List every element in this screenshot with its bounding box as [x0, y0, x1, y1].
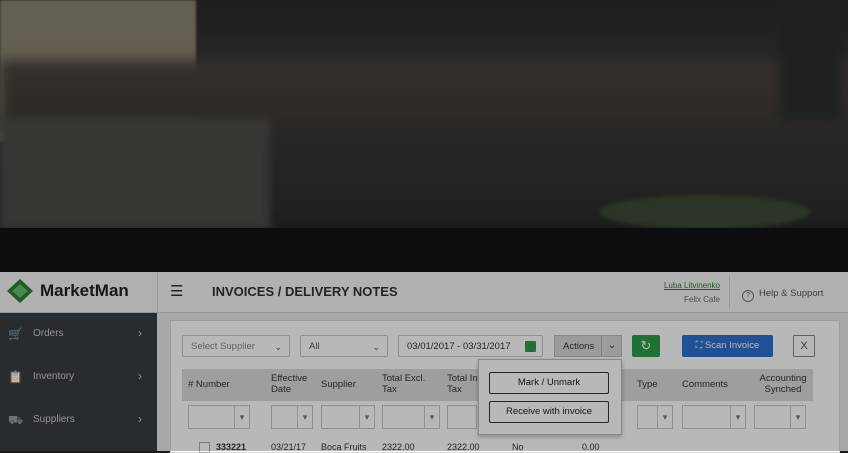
sidebar-item-label: Inventory — [33, 371, 75, 382]
table-row[interactable]: 333221 03/21/17 Boca Fruits 2322.00 2322… — [182, 439, 813, 453]
excel-export-icon[interactable]: X — [793, 335, 815, 357]
venue-name: Felix Cafe — [683, 295, 720, 304]
supplier-select[interactable]: Select Supplier ⌄ — [182, 335, 290, 357]
refresh-button[interactable]: ↻ — [632, 335, 660, 357]
scan-label: Scan Invoice — [704, 340, 760, 351]
cart-icon: 🛒 — [8, 327, 23, 341]
col-comments[interactable]: Comments — [682, 379, 728, 390]
background-bottle — [780, 0, 840, 120]
filter-type[interactable]: ▾ — [637, 405, 673, 429]
filter-icon: ▾ — [234, 406, 249, 428]
chevron-right-icon: › — [138, 412, 142, 426]
filter-accounting[interactable]: ▾ — [754, 405, 806, 429]
page-title: INVOICES / DELIVERY NOTES — [212, 284, 398, 299]
col-supplier[interactable]: Supplier — [321, 379, 356, 390]
receive-with-invoice-button[interactable]: Receive with invoice — [489, 401, 609, 423]
col-number[interactable]: # Number — [188, 379, 230, 390]
col-type[interactable]: Type — [637, 379, 658, 390]
filter-supplier[interactable]: ▾ — [321, 405, 375, 429]
user-link[interactable]: Luba Litvinenko — [648, 281, 720, 290]
date-range-picker[interactable]: 03/01/2017 - 03/31/2017 — [398, 335, 543, 357]
filter-total-excl[interactable]: ▾ — [382, 405, 440, 429]
filter-comments[interactable]: ▾ — [682, 405, 746, 429]
sidebar-item-label: Suppliers — [33, 414, 75, 425]
col-total-excl-tax[interactable]: Total Excl. Tax — [382, 373, 430, 395]
status-select[interactable]: All ⌄ — [300, 335, 388, 357]
chevron-right-icon: › — [138, 326, 142, 340]
filter-total-incl[interactable] — [447, 405, 477, 429]
background-plant — [600, 195, 810, 229]
col-accounting-synched[interactable]: Accounting Synched — [754, 373, 812, 395]
status-value: All — [309, 341, 320, 352]
app-name: MarketMan — [40, 281, 129, 300]
refresh-icon: ↻ — [640, 338, 652, 353]
logo-area[interactable]: MarketMan — [0, 272, 158, 312]
filter-icon: ▾ — [359, 406, 374, 428]
scan-icon: ⛶ — [695, 340, 705, 351]
monitor-bezel — [0, 228, 848, 272]
marketman-logo-icon — [7, 279, 33, 303]
background-cloth — [0, 118, 270, 230]
filter-icon: ▾ — [424, 406, 439, 428]
help-support-link[interactable]: ? Help & Support — [742, 288, 823, 302]
sidebar-item-inventory[interactable]: 📋 Inventory › — [0, 356, 157, 398]
supplier-placeholder: Select Supplier — [191, 341, 255, 352]
divider — [729, 276, 730, 308]
filter-icon: ▾ — [790, 406, 805, 428]
clipboard-icon: 📋 — [8, 370, 23, 384]
date-range-value: 03/01/2017 - 03/31/2017 — [407, 341, 511, 352]
filter-number[interactable]: ▾ — [188, 405, 250, 429]
chevron-down-icon: ⌄ — [274, 342, 282, 352]
sidebar-item-label: Orders — [33, 328, 64, 339]
app-window: MarketMan ☰ INVOICES / DELIVERY NOTES Lu… — [0, 272, 848, 453]
row-checkbox[interactable] — [199, 442, 210, 453]
chevron-down-icon: ⌄ — [372, 342, 380, 352]
actions-dropdown: Mark / Unmark Receive with invoice — [478, 359, 622, 435]
sidebar-item-suppliers[interactable]: ⛟ Suppliers › — [0, 399, 157, 441]
col-effective-date[interactable]: Effective Date — [271, 373, 315, 395]
main-panel: Select Supplier ⌄ All ⌄ 03/01/2017 - 03/… — [170, 320, 840, 453]
menu-icon[interactable]: ☰ — [170, 282, 183, 300]
filter-icon: ▾ — [730, 406, 745, 428]
actions-button[interactable]: Actions ⌄ — [554, 335, 622, 357]
chevron-down-icon: ⌄ — [601, 336, 622, 356]
filter-icon: ▾ — [297, 406, 312, 428]
top-bar: MarketMan ☰ INVOICES / DELIVERY NOTES Lu… — [0, 272, 848, 313]
chevron-right-icon: › — [138, 369, 142, 383]
help-icon: ? — [742, 290, 754, 302]
sidebar: 🛒 Orders › 📋 Inventory › ⛟ Suppliers › — [0, 313, 157, 451]
calendar-icon — [525, 341, 536, 352]
sidebar-item-orders[interactable]: 🛒 Orders › — [0, 313, 157, 355]
filter-date[interactable]: ▾ — [271, 405, 313, 429]
truck-icon: ⛟ — [8, 413, 24, 427]
actions-label: Actions — [563, 341, 595, 352]
filter-icon: ▾ — [657, 406, 672, 428]
mark-unmark-button[interactable]: Mark / Unmark — [489, 372, 609, 394]
help-label: Help & Support — [759, 288, 824, 299]
scan-invoice-button[interactable]: ⛶ Scan Invoice — [682, 335, 773, 357]
